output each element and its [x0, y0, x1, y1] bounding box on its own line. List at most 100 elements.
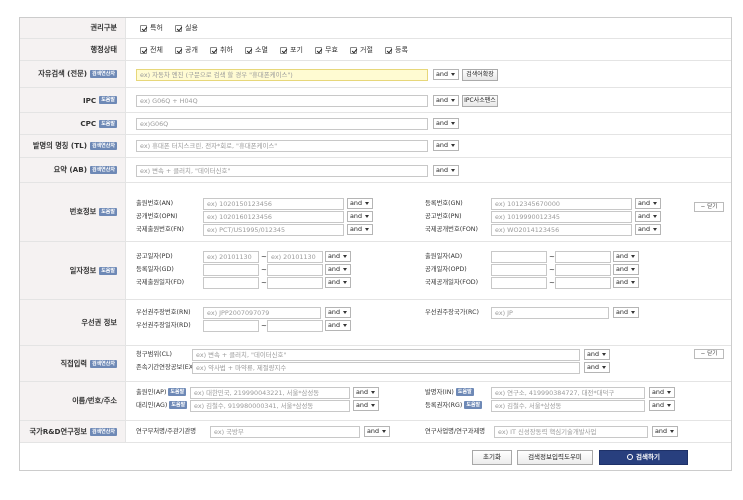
help-badge[interactable]: 도움말 — [99, 266, 117, 275]
ipc-input[interactable]: ex) G06Q + H04Q — [136, 95, 428, 107]
application-date-from[interactable] — [491, 251, 547, 263]
rights-checkbox-patent[interactable]: 특허 — [140, 23, 163, 33]
intl-publication-date-from[interactable] — [491, 277, 547, 289]
admin-checkbox-withdrawn[interactable]: 취하 — [210, 45, 233, 55]
search-icon — [627, 454, 634, 460]
title-input[interactable]: ex) 휴대폰 터치스크린, 전자*회로, "휴대폰케이스" — [136, 140, 428, 152]
intl-publication-date-to[interactable] — [555, 277, 611, 289]
priority-number-input[interactable]: ex) JPP2007097079 — [203, 307, 321, 319]
date-info-label: 일자정보 도움말 — [20, 242, 126, 299]
claims-input[interactable]: ex) 변속 + 클러치, "데이터신호" — [192, 349, 580, 361]
help-badge[interactable]: 도움말 — [99, 96, 117, 104]
announcement-number-operator[interactable]: and — [635, 211, 661, 222]
intl-filing-date-to[interactable] — [267, 277, 323, 289]
intl-filing-date-operator[interactable]: and — [325, 277, 351, 288]
admin-checkbox-rejected[interactable]: 거절 — [350, 45, 373, 55]
inventor-input[interactable]: ex) 연구소, 419990384727, 대전*대덕구 — [491, 387, 645, 399]
admin-checkbox-abandoned[interactable]: 포기 — [280, 45, 303, 55]
announcement-date-to[interactable]: ex) 20101130 — [267, 251, 323, 263]
rnd-ministry-operator[interactable]: and — [364, 426, 390, 437]
publication-date-to[interactable] — [555, 264, 611, 276]
number-info-collapse-button[interactable]: − 닫기 — [694, 202, 724, 212]
announcement-number-input[interactable]: ex) 1019990012345 — [491, 211, 632, 223]
free-search-operator-select[interactable]: and — [433, 69, 459, 80]
admin-checkbox-registered[interactable]: 등록 — [385, 45, 408, 55]
agent-input[interactable]: ex) 김철수, 919980000341, 서울*삼성동 — [190, 400, 350, 412]
syntax-badge[interactable]: 검색연산자 — [89, 166, 117, 174]
syntax-badge[interactable]: 검색연산자 — [89, 427, 117, 436]
reset-button[interactable]: 초기화 — [472, 450, 512, 465]
publication-date-from[interactable] — [491, 264, 547, 276]
ipc-operator-select[interactable]: and — [433, 95, 459, 106]
publication-date-operator[interactable]: and — [613, 264, 639, 275]
term-extension-input[interactable]: ex) 약사법 + 마약류, 제절량지수 — [192, 362, 580, 374]
priority-number-operator[interactable]: and — [325, 307, 351, 318]
rnd-project-operator[interactable]: and — [652, 426, 678, 437]
rnd-project-label: 연구사업명/연구과제명 — [425, 428, 486, 435]
priority-country-input[interactable]: ex) JP — [491, 307, 609, 319]
agent-operator[interactable]: and — [353, 400, 379, 411]
help-badge[interactable]: 도움말 — [99, 208, 117, 216]
priority-country-label: 우선권주장국가(RC) — [425, 309, 479, 316]
admin-checkbox-all[interactable]: 전체 — [140, 45, 163, 55]
registration-date-to[interactable] — [267, 264, 323, 276]
applicant-operator[interactable]: and — [353, 387, 379, 398]
cpc-input[interactable]: ex)G06Q — [136, 118, 428, 130]
admin-checkbox-published[interactable]: 공개 — [175, 45, 198, 55]
intl-publication-number-input[interactable]: ex) WO2014123456 — [491, 224, 632, 236]
registration-date-from[interactable] — [203, 264, 259, 276]
registrant-operator[interactable]: and — [649, 400, 675, 411]
ipc-lookup-button[interactable]: IPC사소팬스 — [462, 95, 498, 107]
keyword-expand-button[interactable]: 검색어확장 — [462, 69, 498, 81]
cpc-operator-select[interactable]: and — [433, 118, 459, 129]
registrant-input[interactable]: ex) 김철수, 서울*삼성동 — [491, 400, 645, 412]
abstract-operator-select[interactable]: and — [433, 165, 459, 176]
inventor-operator[interactable]: and — [649, 387, 675, 398]
direct-input-collapse-button[interactable]: − 닫기 — [694, 349, 724, 359]
abstract-input[interactable]: ex) 변속 + 클러치, "데이터신호" — [136, 165, 428, 177]
search-button[interactable]: 검색하기 — [599, 450, 688, 465]
registration-number-operator[interactable]: and — [635, 198, 661, 209]
publication-number-input[interactable]: ex) 1020160123456 — [203, 211, 344, 223]
term-extension-operator[interactable]: and — [584, 362, 610, 373]
priority-date-from[interactable] — [203, 320, 259, 332]
registration-number-input[interactable]: ex) 1012345670000 — [491, 198, 632, 210]
checkbox-icon — [315, 46, 322, 54]
application-date-to[interactable] — [555, 251, 611, 263]
help-badge[interactable]: 도움말 — [169, 401, 188, 409]
priority-date-to[interactable] — [267, 320, 323, 332]
free-search-input[interactable]: ex) 자동차 엔진 (구문으로 검색 할 경우 "휴대폰케이스") — [136, 69, 428, 81]
syntax-badge[interactable]: 검색연산자 — [89, 70, 117, 78]
applicant-input[interactable]: ex) 대한민국, 219990043221, 서울*삼성동 — [190, 387, 350, 399]
syntax-badge[interactable]: 검색연산자 — [89, 359, 117, 368]
application-date-operator[interactable]: and — [613, 251, 639, 262]
application-number-input[interactable]: ex) 1020150123456 — [203, 198, 344, 210]
rights-checkbox-utility[interactable]: 실용 — [175, 23, 198, 33]
admin-checkbox-expired[interactable]: 소멸 — [245, 45, 268, 55]
announcement-date-operator[interactable]: and — [325, 251, 351, 262]
syntax-badge[interactable]: 검색연산자 — [89, 142, 117, 150]
admin-status-label: 행정상태 — [20, 39, 126, 60]
claims-operator[interactable]: and — [584, 349, 610, 360]
intl-filing-date-from[interactable] — [203, 277, 259, 289]
intl-application-number-operator[interactable]: and — [347, 224, 373, 235]
help-badge[interactable]: 도움말 — [99, 119, 117, 128]
announcement-date-from[interactable]: ex) 20101130 — [203, 251, 259, 263]
priority-date-operator[interactable]: and — [325, 320, 351, 331]
title-operator-select[interactable]: and — [433, 140, 459, 151]
priority-country-operator[interactable]: and — [613, 307, 639, 318]
help-badge[interactable]: 도움말 — [168, 388, 187, 396]
admin-checkbox-invalid[interactable]: 무효 — [315, 45, 338, 55]
application-number-operator[interactable]: and — [347, 198, 373, 209]
search-helper-button[interactable]: 검색정보입력도우미 — [517, 450, 593, 465]
intl-application-number-input[interactable]: ex) PCT/US1995/012345 — [203, 224, 344, 236]
rnd-project-input[interactable]: ex) IT 신성장동력 핵심기술개발사업 — [494, 426, 648, 438]
intl-publication-number-operator[interactable]: and — [635, 224, 661, 235]
help-badge[interactable]: 도움말 — [464, 401, 483, 409]
intl-publication-date-operator[interactable]: and — [613, 277, 639, 288]
help-badge[interactable]: 도움말 — [455, 388, 474, 396]
rnd-ministry-input[interactable]: ex) 국방부 — [210, 426, 360, 438]
priority-date-label: 우선권주장일자(RD) — [136, 322, 191, 329]
registration-date-operator[interactable]: and — [325, 264, 351, 275]
publication-number-operator[interactable]: and — [347, 211, 373, 222]
